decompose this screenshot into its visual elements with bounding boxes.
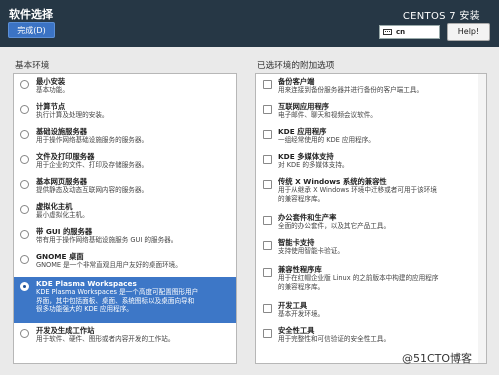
item-description: 带有用于操作网络基础设施服务 GUI 的服务器。 [36, 236, 178, 244]
keyboard-layout-indicator[interactable]: cn [379, 25, 440, 39]
base-env-item-selected[interactable]: KDE Plasma Workspaces KDE Plasma Workspa… [14, 277, 236, 323]
item-description: 用于完整性和可信验证的安全性工具。 [278, 335, 391, 343]
keyboard-icon [383, 29, 392, 35]
item-description: 最小虚拟化主机。 [36, 211, 89, 219]
item-title: 文件及打印服务器 [36, 152, 95, 161]
addon-item[interactable]: KDE 多媒体支持 对 KDE 的多媒体支持。 [256, 152, 486, 176]
checkbox[interactable] [263, 304, 272, 313]
item-title: 备份客户端 [278, 77, 315, 86]
item-title: 兼容性程序库 [278, 265, 322, 274]
addons-list: 备份客户端 用来连接到备份服务器并进行备份的客户端工具。 互联网应用程序 电子邮… [255, 73, 487, 364]
base-env-item[interactable]: 基础设施服务器 用于操作网络基础设施服务的服务器。 [14, 127, 236, 151]
item-title: KDE Plasma Workspaces [36, 279, 137, 288]
base-env-item[interactable]: GNOME 桌面 GNOME 是一个非常直观且用户友好的桌面环境。 [14, 252, 236, 276]
addon-item[interactable]: KDE 应用程序 一组经常使用的 KDE 应用程序。 [256, 127, 486, 151]
item-description: 全面的办公套件，以及其它产品工具。 [278, 222, 391, 230]
item-title: KDE 应用程序 [278, 127, 327, 136]
item-description: 提供静态及动态互联网内容的服务器。 [36, 186, 149, 194]
addons-heading: 已选环境的附加选项 [257, 61, 335, 71]
radio-button[interactable] [20, 155, 29, 164]
checkbox[interactable] [263, 105, 272, 114]
radio-button[interactable] [20, 180, 29, 189]
header-bar: 软件选择 完成(D) CENTOS 7 安装 cn Help! [0, 0, 499, 47]
item-title: KDE 多媒体支持 [278, 152, 334, 161]
item-title: 计算节点 [36, 102, 66, 111]
addon-item[interactable]: 兼容性程序库 用于在红帽企业版 Linux 的之前版本中构建的应用程序 的兼容程… [256, 265, 486, 298]
checkbox[interactable] [263, 268, 272, 277]
item-description: 用于从继承 X Windows 环境中迁移或者可用于该环境 [278, 186, 437, 194]
base-env-item[interactable]: 计算节点 执行计算及处理的安装。 [14, 102, 236, 126]
item-description: 对 KDE 的多媒体支持。 [278, 161, 349, 169]
item-description: 的兼容程序库。 [278, 194, 325, 203]
radio-button[interactable] [20, 205, 29, 214]
watermark: @51CTO博客 [402, 352, 473, 365]
item-description: 的兼容程序库。 [278, 282, 325, 291]
base-env-item[interactable]: 开发及生成工作站 用于软件、硬件、图形或者内容开发的工作站。 [14, 326, 236, 350]
item-description: 用于软件、硬件、图形或者内容开发的工作站。 [36, 335, 175, 343]
item-title: 安全性工具 [278, 326, 315, 335]
item-title: 基础设施服务器 [36, 127, 88, 136]
radio-button[interactable] [20, 230, 29, 239]
item-description: KDE Plasma Workspaces 是一个高度可配置图形用户 [36, 288, 199, 296]
item-title: 互联网应用程序 [278, 102, 330, 111]
item-title: 开发及生成工作站 [36, 326, 95, 335]
checkbox[interactable] [263, 329, 272, 338]
item-title: 开发工具 [278, 301, 308, 310]
item-title: 智能卡支持 [278, 238, 315, 247]
checkbox[interactable] [263, 241, 272, 250]
base-env-item[interactable]: 带 GUI 的服务器 带有用于操作网络基础设施服务 GUI 的服务器。 [14, 227, 236, 251]
checkbox[interactable] [263, 180, 272, 189]
base-env-item[interactable]: 基本网页服务器 提供静态及动态互联网内容的服务器。 [14, 177, 236, 201]
addon-item[interactable]: 互联网应用程序 电子邮件、聊天和视频会议软件。 [256, 102, 486, 126]
item-description: 支持使用智能卡验证。 [278, 247, 344, 255]
keyboard-layout-label: cn [396, 28, 406, 36]
item-description: 用于操作网络基础设施服务的服务器。 [36, 136, 149, 144]
addon-item[interactable]: 安全性工具 用于完整性和可信验证的安全性工具。 [256, 326, 486, 350]
checkbox[interactable] [263, 155, 272, 164]
item-description: 执行计算及处理的安装。 [36, 111, 109, 119]
help-button[interactable]: Help! [447, 23, 490, 41]
item-description: 用于企业的文件、打印及存储服务器。 [36, 161, 149, 169]
item-description: 很多功能强大的 KDE 应用程序。 [36, 305, 133, 314]
base-environment-heading: 基本环境 [15, 61, 50, 71]
addon-item[interactable]: 开发工具 基本开发环境。 [256, 301, 486, 325]
os-title: CENTOS 7 安装 [402, 11, 480, 22]
item-description: 一组经常使用的 KDE 应用程序。 [278, 136, 375, 144]
item-description: 基本功能。 [36, 86, 69, 94]
addon-item[interactable]: 智能卡支持 支持使用智能卡验证。 [256, 238, 486, 262]
item-title: 基本网页服务器 [36, 177, 88, 186]
addon-item[interactable]: 办公套件和生产率 全面的办公套件，以及其它产品工具。 [256, 213, 486, 237]
item-description: GNOME 是一个非常直观且用户友好的桌面环境。 [36, 261, 182, 269]
item-description: 用来连接到备份服务器并进行备份的客户端工具。 [278, 86, 424, 94]
item-title: 传统 X Windows 系统的兼容性 [278, 177, 387, 186]
radio-button-selected[interactable] [20, 282, 29, 291]
item-description: 基本开发环境。 [278, 310, 325, 318]
radio-button[interactable] [20, 130, 29, 139]
base-env-item[interactable]: 虚拟化主机 最小虚拟化主机。 [14, 202, 236, 226]
addon-item[interactable]: 备份客户端 用来连接到备份服务器并进行备份的客户端工具。 [256, 77, 486, 101]
checkbox[interactable] [263, 80, 272, 89]
checkbox[interactable] [263, 130, 272, 139]
radio-button[interactable] [20, 105, 29, 114]
checkbox[interactable] [263, 216, 272, 225]
base-env-item[interactable]: 最小安装 基本功能。 [14, 77, 236, 101]
radio-button[interactable] [20, 255, 29, 264]
item-title: 办公套件和生产率 [278, 213, 337, 222]
base-env-item[interactable]: 文件及打印服务器 用于企业的文件、打印及存储服务器。 [14, 152, 236, 176]
addon-item[interactable]: 传统 X Windows 系统的兼容性 用于从继承 X Windows 环境中迁… [256, 177, 486, 210]
item-description: 用于在红帽企业版 Linux 的之前版本中构建的应用程序 [278, 274, 439, 282]
item-title: 虚拟化主机 [36, 202, 73, 211]
item-title: 带 GUI 的服务器 [36, 227, 93, 236]
page-title: 软件选择 [9, 8, 53, 21]
base-environment-list: 最小安装 基本功能。 计算节点 执行计算及处理的安装。 基础设施服务器 用于操作… [13, 73, 237, 364]
radio-button[interactable] [20, 329, 29, 338]
main-content: 基本环境 已选环境的附加选项 最小安装 基本功能。 计算节点 执行计算及处理的安… [0, 47, 499, 375]
item-description: 电子邮件、聊天和视频会议软件。 [278, 111, 377, 119]
item-title: GNOME 桌面 [36, 252, 84, 261]
item-title: 最小安装 [36, 77, 66, 86]
radio-button[interactable] [20, 80, 29, 89]
done-button[interactable]: 完成(D) [8, 22, 55, 38]
item-description: 界面，其中包括面板、桌面、系统图标以及桌面向导和 [36, 296, 195, 305]
